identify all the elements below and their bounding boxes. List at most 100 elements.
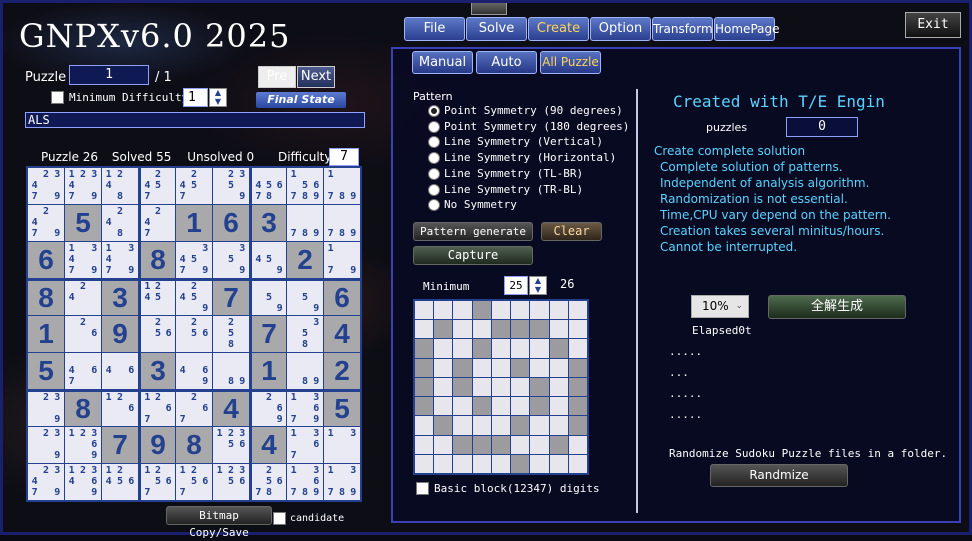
sudoku-cell[interactable]: 469 [176,353,212,389]
menu-solve[interactable]: Solve [466,17,527,41]
pattern-cell[interactable] [415,301,434,320]
radio-button[interactable] [428,199,440,212]
pattern-cell[interactable] [472,435,491,454]
sudoku-cell[interactable]: 89 [213,353,249,389]
sudoku-cell[interactable]: 2359 [213,168,249,204]
pattern-cell[interactable] [568,339,587,358]
pattern-cell[interactable] [491,339,511,358]
sudoku-cell[interactable]: 1248 [102,168,138,204]
sudoku-cell[interactable]: 7 [250,316,286,352]
sudoku-cell[interactable]: 179 [324,242,360,278]
sudoku-cell[interactable]: 6 [324,279,360,315]
sudoku-cell[interactable]: 12567 [176,464,212,500]
pattern-cell[interactable] [530,416,549,435]
sudoku-cell[interactable]: 1 [176,205,212,241]
basic-block-checkbox[interactable] [416,482,429,495]
sudoku-cell[interactable]: 13789 [324,464,360,500]
sudoku-cell[interactable]: 59 [250,279,286,315]
menu-transform[interactable]: Transform [652,17,713,41]
candidate-checkbox[interactable] [273,512,286,525]
pattern-cell[interactable] [530,377,549,397]
min-difficulty-spinner[interactable]: ▲ ▼ [209,88,227,107]
final-state-badge[interactable]: Final State [256,92,346,108]
sudoku-cell[interactable]: 359 [213,242,249,278]
sudoku-cell[interactable]: 126 [102,390,138,426]
pattern-cell[interactable] [568,435,587,454]
pattern-cell[interactable] [549,377,568,397]
pattern-cell[interactable] [415,358,434,377]
sudoku-cell[interactable]: 4 [324,316,360,352]
pattern-cell[interactable] [530,397,549,416]
radio-button[interactable] [428,105,440,117]
sudoku-cell[interactable]: 2 [287,242,323,278]
sudoku-cell[interactable]: 123479 [65,168,101,204]
pattern-cell[interactable] [511,416,530,435]
pattern-cell[interactable] [511,397,530,416]
sudoku-cell[interactable]: 12456 [102,464,138,500]
sudoku-cell[interactable]: 1 [250,353,286,389]
pattern-cell[interactable] [511,320,530,339]
pattern-cell[interactable] [415,397,434,416]
pattern-cell[interactable] [434,301,453,320]
pre-button[interactable]: Pre [258,66,296,88]
exit-button[interactable]: Exit [905,12,961,38]
randomize-button[interactable]: Randmize [710,464,848,487]
radio-button[interactable] [428,183,440,196]
sudoku-cell[interactable]: 2457 [139,168,175,204]
sudoku-cell[interactable]: 26 [65,316,101,352]
pattern-cell[interactable] [453,416,472,435]
pattern-cell[interactable] [549,320,568,339]
sudoku-cell[interactable]: 156789 [287,168,323,204]
menu-option[interactable]: Option [590,17,651,41]
pattern-cell[interactable] [415,339,434,358]
submenu-auto[interactable]: Auto [476,51,537,74]
pattern-cell[interactable] [491,435,511,454]
pattern-cell[interactable] [491,301,511,320]
pattern-cell[interactable] [549,435,568,454]
pattern-cell[interactable] [511,339,530,358]
menu-file[interactable]: File [404,17,465,41]
sudoku-cell[interactable]: 2459 [176,279,212,315]
pattern-cell[interactable] [434,358,453,377]
pattern-cell[interactable] [415,454,434,473]
pattern-option[interactable]: Point Symmetry (180 degrees) [428,120,629,133]
sudoku-cell[interactable]: 4 [250,427,286,463]
pattern-cell[interactable] [568,377,587,397]
clear-button[interactable]: Clear [541,222,602,241]
sudoku-grid[interactable]: 2347912347912482457245723594567815678917… [26,166,362,502]
sudoku-cell[interactable]: 3 [139,353,175,389]
pattern-cell[interactable] [530,358,549,377]
sudoku-cell[interactable]: 12369 [65,427,101,463]
sudoku-cell[interactable]: 358 [287,316,323,352]
pattern-cell[interactable] [453,320,472,339]
pattern-cell[interactable] [549,301,568,320]
pattern-cell[interactable] [491,358,511,377]
pattern-cell[interactable] [434,435,453,454]
pattern-cell[interactable] [530,339,549,358]
pattern-cell[interactable] [434,454,453,473]
percent-select[interactable]: 10% ⌄ [691,295,749,318]
pattern-cell[interactable] [472,301,491,320]
pattern-cell[interactable] [453,339,472,358]
sudoku-cell[interactable]: 9 [102,316,138,352]
pattern-cell[interactable] [491,454,511,473]
sudoku-cell[interactable]: 9 [139,427,175,463]
pattern-cell[interactable] [472,454,491,473]
sudoku-cell[interactable]: 248 [102,205,138,241]
window-drag-handle[interactable] [471,3,507,15]
pattern-grid[interactable] [413,299,589,475]
sudoku-cell[interactable]: 59 [287,279,323,315]
radio-button[interactable] [428,152,440,165]
sudoku-cell[interactable]: 239 [28,390,64,426]
radio-button[interactable] [428,167,440,180]
sudoku-cell[interactable]: 256 [176,316,212,352]
sudoku-cell[interactable]: 24 [65,279,101,315]
pattern-cell[interactable] [415,377,434,397]
pattern-cell[interactable] [511,358,530,377]
sudoku-cell[interactable]: 5 [65,205,101,241]
pattern-cell[interactable] [415,416,434,435]
pattern-cell[interactable] [415,435,434,454]
pattern-cell[interactable] [472,358,491,377]
pattern-option[interactable]: Line Symmetry (TL-BR) [428,167,583,180]
pattern-cell[interactable] [549,397,568,416]
